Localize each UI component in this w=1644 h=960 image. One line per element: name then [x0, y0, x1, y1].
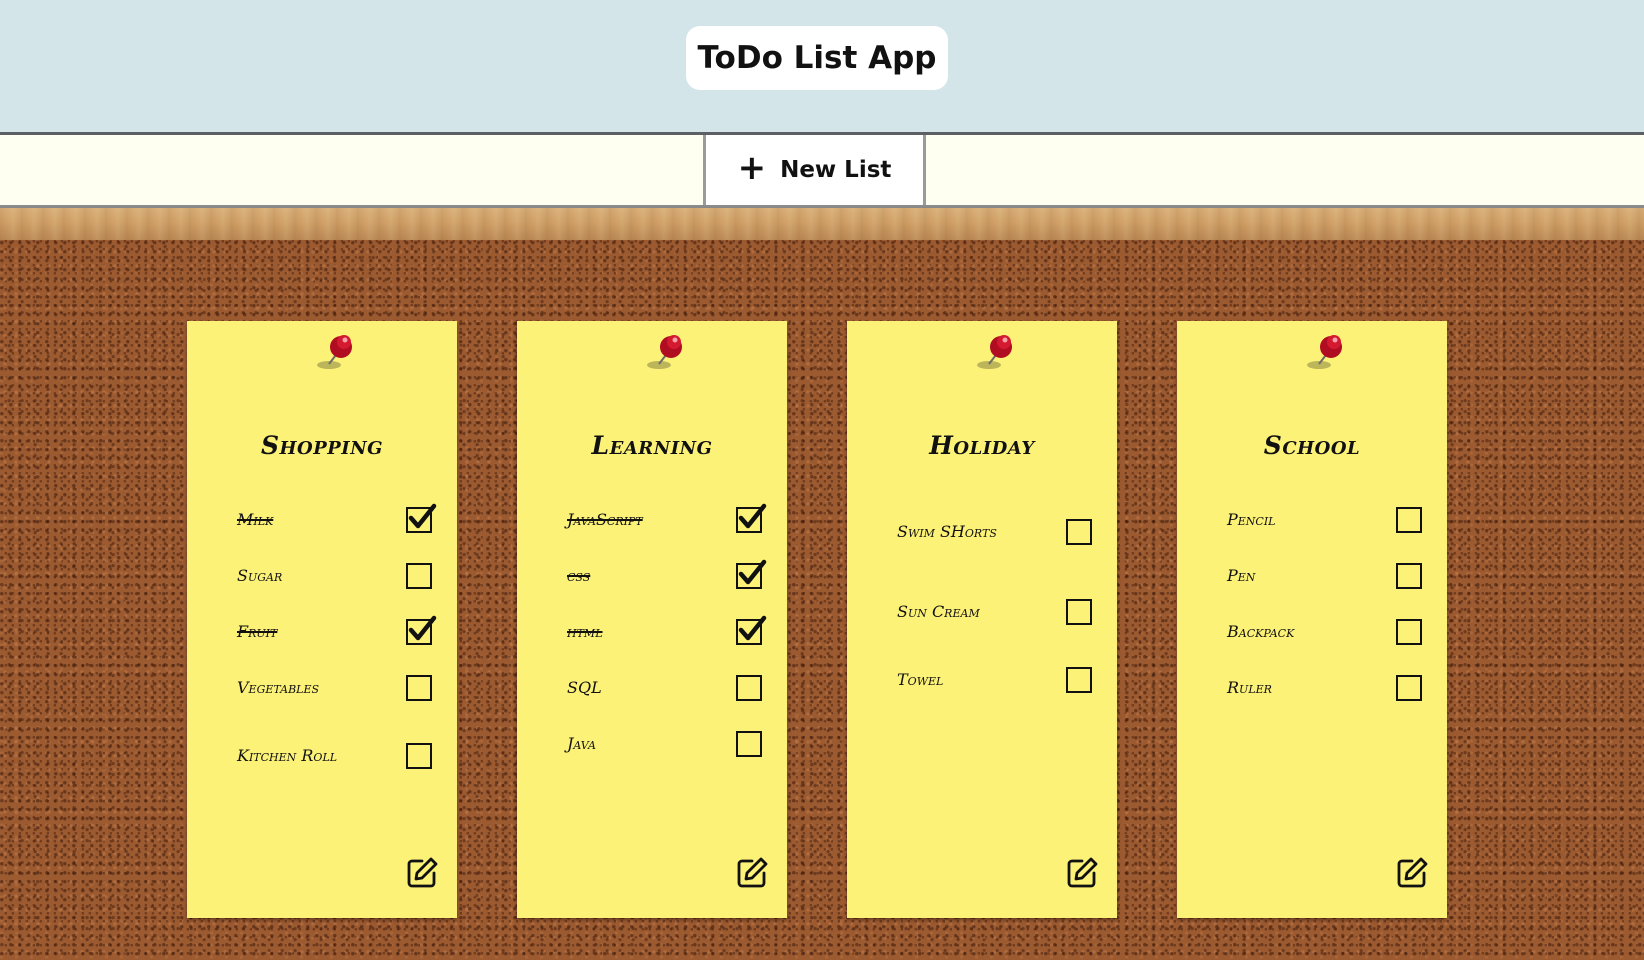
- item-label: Sun Cream: [897, 602, 980, 621]
- item-label: Pen: [1227, 566, 1256, 585]
- checked-checkbox[interactable]: [406, 503, 437, 533]
- item-label: Backpack: [1227, 622, 1295, 641]
- list-item: Towel: [897, 667, 1097, 693]
- wooden-shelf: [0, 208, 1644, 240]
- pushpin-icon: [977, 331, 1017, 375]
- checkbox[interactable]: [1066, 667, 1092, 693]
- item-label: Vegetables: [237, 678, 320, 697]
- list-item: Kitchen Roll: [237, 732, 437, 780]
- checkbox[interactable]: [406, 743, 432, 769]
- list-item: Java: [567, 731, 767, 757]
- todo-note-holiday: Holiday Swim SHorts Sun Cream Towel: [847, 321, 1117, 918]
- item-label: css: [567, 566, 591, 585]
- todo-note-shopping: Shopping Milk Sugar Fruit Vegetables Kitche…: [187, 321, 457, 918]
- todo-note-learning: Learning JavaScript css html SQL Java: [517, 321, 787, 918]
- item-label: Milk: [237, 510, 274, 529]
- note-title: Holiday: [929, 431, 1035, 460]
- checkbox[interactable]: [406, 563, 432, 589]
- edit-list-button[interactable]: [1065, 856, 1099, 890]
- edit-icon: [735, 857, 769, 894]
- list-item: Sun Cream: [897, 588, 1097, 636]
- checked-checkbox[interactable]: [736, 503, 767, 533]
- edit-list-button[interactable]: [735, 856, 769, 890]
- list-item: JavaScript: [567, 503, 767, 533]
- item-label: Sugar: [237, 566, 283, 585]
- checked-checkbox[interactable]: [406, 615, 437, 645]
- edit-list-button[interactable]: [405, 856, 439, 890]
- note-title: Learning: [591, 431, 713, 460]
- app-header: ToDo List App: [0, 0, 1644, 135]
- pushpin-icon: [1307, 331, 1347, 375]
- item-label: Fruit: [237, 622, 278, 641]
- list-item: Sugar: [237, 563, 437, 589]
- pushpin-icon: [317, 331, 357, 375]
- pushpin-icon: [647, 331, 687, 375]
- item-label: Kitchen Roll: [237, 746, 338, 765]
- list-item: Fruit: [237, 615, 437, 645]
- item-label: Towel: [897, 670, 944, 689]
- checkbox[interactable]: [1396, 619, 1422, 645]
- todo-note-school: School Pencil Pen Backpack Ruler: [1177, 321, 1447, 918]
- note-title: School: [1263, 431, 1361, 460]
- new-list-button[interactable]: + New List: [703, 135, 926, 205]
- list-item: Vegetables: [237, 675, 437, 701]
- checkbox[interactable]: [1066, 599, 1092, 625]
- checked-checkbox[interactable]: [736, 559, 767, 589]
- checkbox[interactable]: [1396, 507, 1422, 533]
- plus-icon: +: [737, 148, 767, 188]
- item-label: Pencil: [1227, 510, 1276, 529]
- checkbox[interactable]: [1396, 675, 1422, 701]
- list-item: Swim SHorts: [897, 508, 1097, 556]
- item-label: Swim SHorts: [897, 522, 997, 541]
- item-label: Java: [567, 734, 596, 753]
- checkbox[interactable]: [736, 731, 762, 757]
- note-title: Shopping: [260, 431, 384, 460]
- edit-icon: [1395, 857, 1429, 894]
- checkbox[interactable]: [1396, 563, 1422, 589]
- edit-list-button[interactable]: [1395, 856, 1429, 890]
- edit-icon: [405, 857, 439, 894]
- app-title: ToDo List App: [686, 26, 948, 90]
- checkbox[interactable]: [736, 675, 762, 701]
- list-item: Pen: [1227, 563, 1427, 589]
- item-label: JavaScript: [567, 510, 643, 529]
- item-label: html: [567, 622, 603, 641]
- list-item: Milk: [237, 503, 437, 533]
- toolbar: + New List: [0, 135, 1644, 208]
- item-label: Ruler: [1227, 678, 1272, 697]
- list-item: html: [567, 615, 767, 645]
- list-item: SQL: [567, 675, 767, 701]
- edit-icon: [1065, 857, 1099, 894]
- checked-checkbox[interactable]: [736, 615, 767, 645]
- list-item: Ruler: [1227, 675, 1427, 701]
- list-item: Pencil: [1227, 507, 1427, 533]
- list-item: Backpack: [1227, 619, 1427, 645]
- new-list-label: New List: [780, 157, 892, 183]
- list-item: css: [567, 559, 767, 589]
- checkbox[interactable]: [1066, 519, 1092, 545]
- item-label: SQL: [567, 678, 602, 697]
- checkbox[interactable]: [406, 675, 432, 701]
